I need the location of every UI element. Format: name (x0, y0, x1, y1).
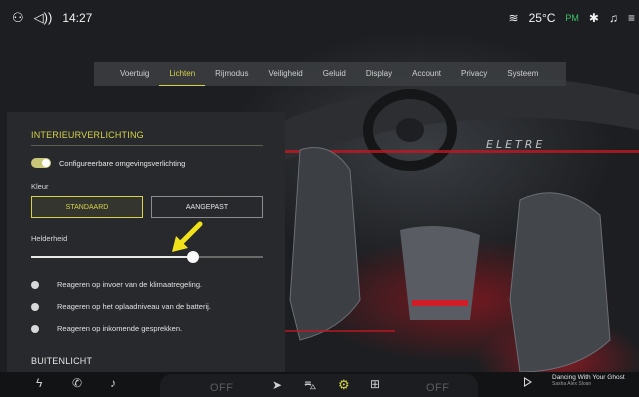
section-title-exterior: BUITENLICHT (31, 356, 93, 366)
tab-display[interactable]: Display (356, 62, 402, 86)
option-battery[interactable]: Reageren op het oplaadniveau van de batt… (31, 302, 211, 311)
section-title-interior: INTERIEURVERLICHTING (31, 130, 144, 140)
aangepast-button[interactable]: AANGEPAST (151, 196, 263, 218)
phone-icon[interactable]: ✆ (72, 376, 82, 390)
ambient-lighting-toggle[interactable] (31, 158, 51, 168)
car-icon[interactable]: ⛍ (304, 378, 316, 394)
apps-grid-icon[interactable]: ⊞ (370, 377, 380, 391)
user-icon[interactable]: ⚇ (12, 10, 24, 26)
option-calls[interactable]: Reageren op inkomende gesprekken. (31, 324, 182, 333)
navigation-icon[interactable]: ➤ (272, 378, 282, 392)
bluetooth-icon: ✱ (588, 11, 599, 25)
track-title: Dancing With Your Ghost (552, 374, 625, 381)
now-playing[interactable]: Dancing With Your Ghost Sasha Alex Sloan (552, 374, 625, 387)
air-quality-badge: PM (565, 13, 579, 23)
brightness-slider[interactable] (31, 251, 263, 263)
brightness-label: Helderheid (31, 234, 68, 243)
interior-lighting-panel: INTERIEURVERLICHTING Configureerbare omg… (7, 112, 285, 374)
settings-icon[interactable]: ≡ (628, 11, 635, 25)
toggle-knob (42, 159, 50, 167)
ambient-lighting-label: Configureerbare omgevingsverlichting (59, 158, 186, 168)
left-climate-temp[interactable]: OFF (210, 382, 234, 394)
music-icon[interactable]: ♪ (110, 376, 116, 390)
track-artist: Sasha Alex Sloan (552, 381, 592, 387)
annotation-arrow-icon (172, 221, 203, 252)
color-label: Kleur (31, 182, 49, 191)
tab-account[interactable]: Account (402, 62, 451, 86)
play-icon[interactable] (524, 377, 532, 387)
clock: 14:27 (62, 11, 93, 25)
slider-fill (31, 256, 194, 258)
bell-icon[interactable]: ♫ (609, 11, 618, 25)
option-label: Reageren op het oplaadniveau van de batt… (57, 302, 211, 311)
divider (31, 145, 263, 146)
option-dot (31, 302, 39, 311)
option-label: Reageren op inkomende gesprekken. (57, 324, 183, 333)
option-dot (31, 324, 39, 333)
settings-gear-icon[interactable]: ⚙ (338, 377, 350, 393)
tab-lichten[interactable]: Lichten (159, 62, 206, 86)
tab-voertuig[interactable]: Voertuig (110, 62, 159, 86)
tab-privacy[interactable]: Privacy (451, 62, 497, 86)
temperature: 25°C (528, 11, 556, 25)
option-dot (31, 280, 39, 289)
option-climate[interactable]: Reageren op invoer van de klimaatregelin… (31, 280, 202, 289)
status-bar: ⚇ ◁)) 14:27 ≋ 25°C PM ✱ ♫ ≡ (0, 0, 639, 36)
tab-veiligheid[interactable]: Veiligheid (259, 62, 313, 86)
brand-logo-text: ELETRE (486, 138, 546, 151)
tab-rijmodus[interactable]: Rijmodus (205, 62, 258, 86)
option-label: Reageren op invoer van de klimaatregelin… (57, 280, 203, 289)
right-climate-temp[interactable]: OFF (426, 382, 450, 394)
tab-systeem[interactable]: Systeem (497, 62, 548, 86)
ambient-lighting-row: Configureerbare omgevingsverlichting (31, 158, 185, 168)
wifi-icon: ≋ (508, 11, 519, 25)
settings-tab-bar: Voertuig Lichten Rijmodus Veiligheid Gel… (94, 62, 566, 86)
volume-icon[interactable]: ◁)) (34, 10, 53, 26)
charging-icon[interactable]: ϟ (36, 376, 42, 390)
standaard-button[interactable]: STANDAARD (31, 196, 143, 218)
tab-geluid[interactable]: Geluid (313, 62, 356, 86)
